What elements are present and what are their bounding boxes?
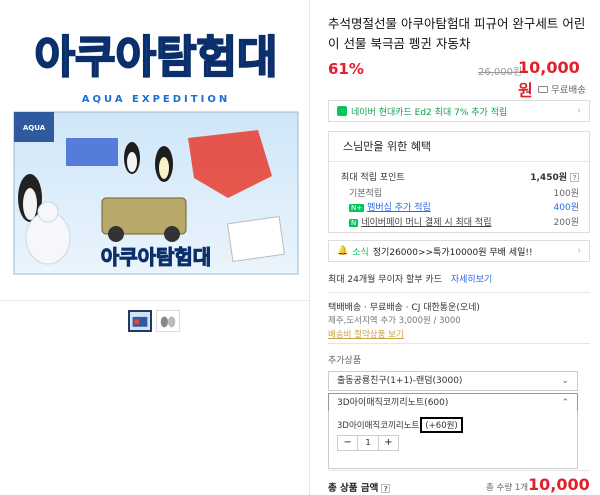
benefit-box: 스님만을 위한 혜택 최대 적립 포인트 1,450원? 기본적립 100원 N… <box>328 131 590 233</box>
divider <box>328 292 590 293</box>
benefit-header: 스님만을 위한 혜택 <box>329 132 589 162</box>
free-shipping-label: 무료배송 <box>551 85 586 96</box>
max-points-row: 최대 적립 포인트 <box>341 170 405 183</box>
membership-points-row: N+ 멤버십 추가 적립 <box>341 200 431 213</box>
naver-icon <box>337 106 347 116</box>
quantity-stepper: − 1 + <box>337 435 399 451</box>
quantity-minus-button[interactable]: − <box>338 436 357 450</box>
notice-label: 소식 <box>352 247 369 258</box>
truck-icon <box>538 85 548 93</box>
box-title-top: 아쿠아탐험대 <box>35 32 278 83</box>
dropdown-option-label: 3D아이매직코끼리노트 <box>337 421 420 431</box>
basic-points-row: 기본적립 <box>341 186 382 199</box>
installment-info: 최대 24개월 무이자 할부 카드 자세히보기 <box>328 272 492 285</box>
card-benefit-banner[interactable]: 네이버 현대카드 Ed2 최대 7% 추가 적립 › <box>328 100 590 122</box>
installment-text: 최대 24개월 무이자 할부 카드 <box>328 275 442 285</box>
shipping-saving-link[interactable]: 배송비 절약상품 보기 <box>328 328 404 340</box>
additional-product-dropdown: 3D아이매직코끼리노트 (+60원) − 1 + <box>328 411 578 469</box>
product-main-image[interactable]: 아쿠아탐험대 AQUA EXPEDITION AQUA 아쿠아탐험대 <box>8 8 304 296</box>
max-points-label: 최대 적립 포인트 <box>341 173 405 183</box>
membership-points-link[interactable]: 멤버십 추가 적립 <box>367 203 431 213</box>
max-points-value-wrap: 1,450원? <box>530 170 579 183</box>
additional-products-label: 추가상품 <box>328 356 362 366</box>
dropdown-option[interactable]: 3D아이매직코끼리노트 (+60원) <box>337 417 463 433</box>
product-gallery: 아쿠아탐험대 AQUA EXPEDITION AQUA 아쿠아탐험대 <box>0 0 310 495</box>
membership-points-value: 400원 <box>553 203 579 213</box>
notice-text: 정기26000>>특가10000원 무배 세일!! <box>372 247 533 258</box>
naverpay-points-value: 200원 <box>553 218 579 228</box>
shipping-method: 택배배송 · 무료배송 · CJ 대한통운(오네) <box>328 303 480 313</box>
divider <box>328 343 590 344</box>
naverpay-points-link[interactable]: 네이버페이 머니 결제 시 최대 적립 <box>361 218 491 228</box>
basic-points-label: 기본적립 <box>349 189 383 199</box>
bell-icon: 🔔 <box>337 246 349 256</box>
naverpay-points-row: N 네이버페이 머니 결제 시 최대 적립 <box>341 215 491 228</box>
box-subtitle-top: AQUA EXPEDITION <box>82 94 230 105</box>
quantity-plus-button[interactable]: + <box>379 436 398 450</box>
shipping-extra-fee: 제주,도서지역 추가 3,000원 / 3000 <box>328 316 461 326</box>
basic-points-value: 100원 <box>553 189 579 199</box>
max-points-value: 1,450원 <box>530 173 567 183</box>
quantity-input[interactable]: 1 <box>357 436 379 450</box>
total-label-text: 총 상품 금액 <box>328 483 379 494</box>
total-quantity: 총 수량 1개 <box>486 483 529 493</box>
box-title-bottom: 아쿠아탐험대 <box>101 245 211 269</box>
original-price: 26,000원 <box>478 67 523 78</box>
membership-tag-icon: N+ <box>349 204 365 212</box>
thumbnail-1[interactable] <box>128 310 152 332</box>
chevron-up-icon: ⌃ <box>561 398 569 408</box>
thumbnail-2[interactable] <box>156 310 180 332</box>
select-2-value: 3D아이매직코끼리노트(600) <box>337 398 449 408</box>
help-icon[interactable]: ? <box>381 484 391 493</box>
svg-text:AQUA: AQUA <box>23 124 46 132</box>
total-amount-label: 총 상품 금액? <box>328 480 391 494</box>
free-shipping: 무료배송 <box>538 82 586 96</box>
select-1-value: 출동공룡친구(1+1)-랜덤(3000) <box>337 376 463 386</box>
total-price: 10,000원 <box>528 475 590 494</box>
card-benefit-text: 네이버 현대카드 Ed2 최대 7% 추가 적립 <box>351 107 508 118</box>
discount-rate: 61% <box>328 60 364 78</box>
additional-product-select-1[interactable]: 출동공룡친구(1+1)-랜덤(3000) ⌄ <box>328 371 578 391</box>
chevron-right-icon: › <box>577 246 581 256</box>
naverpay-tag-icon: N <box>349 219 359 227</box>
dropdown-option-extra-price: (+60원) <box>420 417 463 433</box>
product-title: 추석명절선물 아쿠아탐험대 피규어 완구세트 어린이 선물 북극곰 펭귄 자동차 <box>328 16 586 51</box>
product-info: 추석명절선물 아쿠아탐험대 피규어 완구세트 어린이 선물 북극곰 펭귄 자동차… <box>318 0 594 495</box>
chevron-down-icon: ⌄ <box>561 376 569 386</box>
installment-more-link[interactable]: 자세히보기 <box>451 275 492 285</box>
thumbnail-strip <box>128 310 180 332</box>
chevron-right-icon: › <box>577 106 581 116</box>
help-icon[interactable]: ? <box>570 173 579 182</box>
divider <box>328 470 590 471</box>
divider <box>0 300 310 301</box>
store-notice[interactable]: 🔔 소식 정기26000>>특가10000원 무배 세일!! › <box>328 240 590 262</box>
additional-product-select-2[interactable]: 3D아이매직코끼리노트(600) ⌃ <box>328 393 578 413</box>
